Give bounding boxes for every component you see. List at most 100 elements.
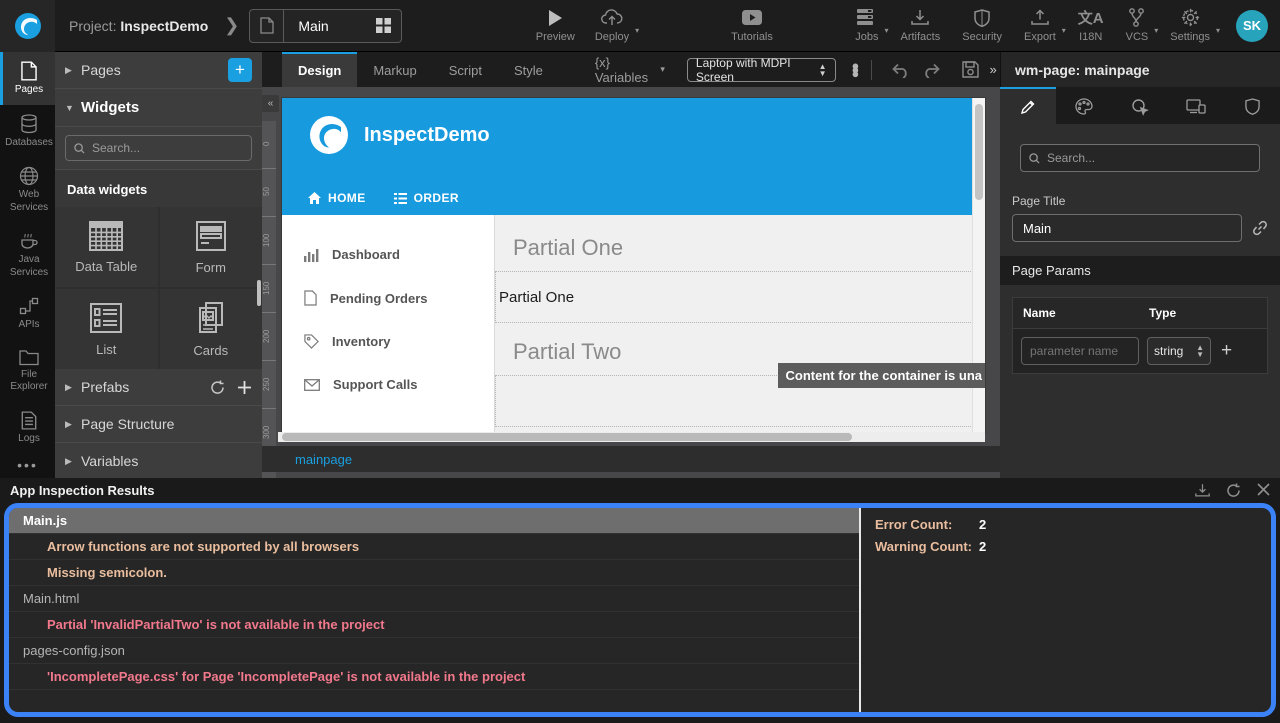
rail-label: Logs xyxy=(18,433,40,446)
widget-search-input[interactable]: Search... xyxy=(65,135,252,161)
list-menu-icon xyxy=(394,193,407,204)
inspection-row-warning[interactable]: Missing semicolon. xyxy=(9,560,859,586)
security-button[interactable]: Security xyxy=(954,3,1010,49)
i18n-button[interactable]: 文A I18N xyxy=(1070,3,1112,49)
sidebar-item-pages[interactable]: Pages xyxy=(0,52,55,105)
widget-tile-data-table[interactable]: Data Table xyxy=(55,207,158,287)
folder-icon xyxy=(19,349,39,366)
variables-dropdown[interactable]: {x} Variables ▾ xyxy=(595,55,665,85)
canvas-horizontal-scrollbar[interactable] xyxy=(278,432,985,442)
palette-icon xyxy=(1075,98,1093,115)
sidebar-item-file-explorer[interactable]: File Explorer xyxy=(0,340,55,402)
redo-button[interactable] xyxy=(923,62,941,78)
page-title-input[interactable] xyxy=(1012,214,1242,242)
sidebar-item-web-services[interactable]: Web Services xyxy=(0,157,55,222)
undo-button[interactable] xyxy=(891,62,909,78)
refresh-results-button[interactable] xyxy=(1226,483,1241,498)
sidebar-item-apis[interactable]: APIs xyxy=(0,287,55,340)
widget-tile-cards[interactable]: Cards xyxy=(160,289,263,369)
settings-button[interactable]: Settings ▾ xyxy=(1162,3,1218,49)
list-icon xyxy=(89,302,123,334)
sidebar-item-java-services[interactable]: Java Services xyxy=(0,222,55,287)
error-count-label: Error Count: xyxy=(875,517,979,532)
properties-search-input[interactable]: Search... xyxy=(1020,144,1260,172)
properties-search-placeholder: Search... xyxy=(1047,151,1095,165)
tab-events[interactable] xyxy=(1112,87,1168,124)
widgets-section-header[interactable]: ▼ Widgets xyxy=(55,89,262,127)
sidebar-item-logs[interactable]: Logs xyxy=(0,402,55,454)
export-button[interactable]: Export ▾ xyxy=(1016,3,1064,49)
tab-script[interactable]: Script xyxy=(433,52,498,87)
tab-properties[interactable] xyxy=(1000,87,1056,124)
deploy-button[interactable]: Deploy ▾ xyxy=(587,3,637,49)
tab-devices[interactable] xyxy=(1168,87,1224,124)
devices-icon xyxy=(1186,99,1206,114)
page-structure-section-header[interactable]: ▶ Page Structure xyxy=(55,406,262,443)
inspection-row-error[interactable]: 'IncompletePage.css' for Page 'Incomplet… xyxy=(9,664,859,690)
param-type-select[interactable]: string ▲▼ xyxy=(1147,337,1211,365)
artifacts-button[interactable]: Artifacts xyxy=(893,3,949,49)
inspection-row-file[interactable]: Main.js xyxy=(9,508,859,534)
app-nav-order[interactable]: ORDER xyxy=(394,191,459,205)
partial-one-container[interactable]: Partial One xyxy=(495,271,985,323)
api-nodes-icon xyxy=(19,296,39,316)
editor-toolbar: Design Markup Script Style {x} Variables… xyxy=(262,52,1000,87)
menu-item-inventory[interactable]: Inventory xyxy=(282,320,494,363)
add-prefab-icon[interactable] xyxy=(237,380,252,395)
app-nav-home[interactable]: HOME xyxy=(308,191,366,205)
pages-section-header[interactable]: ▶ Pages + xyxy=(55,52,262,89)
tab-styles[interactable] xyxy=(1056,87,1112,124)
bind-link-icon[interactable] xyxy=(1252,220,1268,236)
widgets-panel-scrollbar[interactable] xyxy=(257,280,261,306)
sidebar-item-databases[interactable]: Databases xyxy=(0,105,55,158)
pages-icon xyxy=(20,61,38,81)
caret-right-icon: ▶ xyxy=(65,382,81,393)
kebab-menu-icon[interactable]: ●●● xyxy=(852,64,860,76)
device-selector[interactable]: Laptop with MDPI Screen ▲▼ xyxy=(687,58,836,82)
data-widgets-label: Data widgets xyxy=(55,170,262,207)
menu-item-support-calls[interactable]: Support Calls xyxy=(282,363,494,406)
jobs-button[interactable]: Jobs ▾ xyxy=(847,3,886,49)
menu-item-dashboard[interactable]: Dashboard xyxy=(282,233,494,276)
tab-style[interactable]: Style xyxy=(498,52,559,87)
add-param-button[interactable]: + xyxy=(1219,340,1234,362)
inspection-row-warning[interactable]: Arrow functions are not supported by all… xyxy=(9,534,859,560)
inspection-row-file[interactable]: pages-config.json xyxy=(9,638,859,664)
cloud-upload-icon xyxy=(601,7,623,29)
vcs-button[interactable]: VCS ▾ xyxy=(1118,3,1157,49)
app-header[interactable]: InspectDemo HOME ORDER xyxy=(282,98,985,215)
widget-tiles: Data Table Form List Cards xyxy=(55,207,262,369)
inspection-row-error[interactable]: Partial 'InvalidPartialTwo' is not avail… xyxy=(9,612,859,638)
page-grid-icon[interactable] xyxy=(367,18,401,33)
breadcrumb-chevron-icon: ❯ xyxy=(224,15,239,36)
widget-tile-list[interactable]: List xyxy=(55,289,158,369)
variables-section-label: Variables xyxy=(81,453,252,469)
vertical-ruler: 050100150200250300 xyxy=(262,121,276,478)
menu-item-pending-orders[interactable]: Pending Orders xyxy=(282,276,494,320)
add-page-button[interactable]: + xyxy=(228,58,252,82)
expand-panel-button[interactable]: » xyxy=(986,62,1000,77)
inspection-row-file[interactable]: Main.html xyxy=(9,586,859,612)
tab-markup[interactable]: Markup xyxy=(357,52,432,87)
refresh-icon[interactable] xyxy=(210,380,225,395)
wavemaker-logo[interactable] xyxy=(0,0,55,52)
inspection-results-box: Main.js Arrow functions are not supporte… xyxy=(4,503,1276,717)
search-icon xyxy=(74,143,85,154)
param-name-input[interactable] xyxy=(1021,337,1139,365)
widget-tile-form[interactable]: Form xyxy=(160,207,263,287)
page-selector[interactable]: Main xyxy=(249,9,401,43)
user-avatar[interactable]: SK xyxy=(1236,10,1268,42)
variables-section-header[interactable]: ▶ Variables xyxy=(55,443,262,480)
download-results-button[interactable] xyxy=(1195,483,1210,498)
prefabs-section-header[interactable]: ▶ Prefabs xyxy=(55,369,262,406)
collapse-widgets-button[interactable]: « xyxy=(262,95,279,112)
mainpage-link[interactable]: mainpage xyxy=(295,452,352,467)
tab-design[interactable]: Design xyxy=(282,52,357,87)
save-button[interactable] xyxy=(962,61,979,78)
tab-security[interactable] xyxy=(1224,87,1280,124)
tutorials-button[interactable]: Tutorials xyxy=(723,3,781,49)
design-canvas: « 050100150200250300 InspectDemo xyxy=(262,87,1000,478)
close-panel-button[interactable] xyxy=(1257,483,1270,498)
more-options-icon[interactable]: ••• xyxy=(0,457,55,473)
preview-button[interactable]: Preview xyxy=(528,3,583,49)
